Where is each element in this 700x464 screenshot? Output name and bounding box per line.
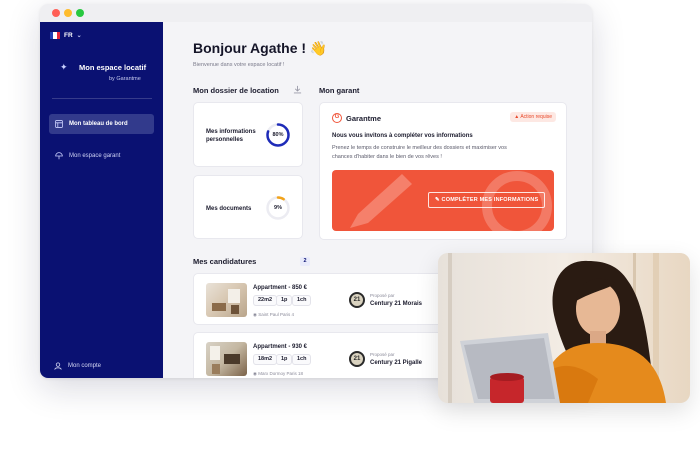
sidebar-item-dashboard[interactable]: Mon tableau de bord xyxy=(49,114,154,134)
documents-card[interactable]: Mes documents 9% xyxy=(193,175,303,239)
sidebar-item-label: Mon tableau de bord xyxy=(69,121,128,127)
card-label-line: Mes informations xyxy=(206,129,256,135)
garantme-logo-icon: G xyxy=(332,113,342,123)
apartment-photo xyxy=(206,283,247,317)
card-label: Mes documents xyxy=(206,206,252,212)
apartment-photo xyxy=(206,342,247,376)
complete-info-button[interactable]: ✎ COMPLÉTER MES INFORMATIONS xyxy=(428,192,546,208)
guarantor-name: Garantme xyxy=(346,114,382,123)
brand-title: Mon espace locatif xyxy=(79,63,147,72)
tag-rooms: 1p xyxy=(276,354,293,365)
tag-bedrooms: 1ch xyxy=(292,295,312,306)
agency-name: Century 21 Pigalle xyxy=(370,360,423,366)
complete-info-label: COMPLÉTER MES INFORMATIONS xyxy=(441,197,539,203)
agency-name: Century 21 Morais xyxy=(370,301,423,307)
agency-logo: 21 xyxy=(349,292,365,308)
cta-banner: ✎ COMPLÉTER MES INFORMATIONS xyxy=(332,170,554,231)
address-text: Saint Paul Paris 4 xyxy=(258,312,294,317)
window-titlebar xyxy=(40,4,592,22)
sidebar-item-label: Mon espace garant xyxy=(69,153,121,159)
sidebar-item-guarantor[interactable]: Mon espace garant xyxy=(49,146,154,166)
guarantor-card: G Garantme ▲ Action requise Nous vous in… xyxy=(319,102,567,240)
guarantor-description: Prenez le temps de construire le meilleu… xyxy=(332,145,507,160)
tag-surface: 22m2 xyxy=(253,295,278,306)
address-text: Marx Dormoy Paris 18 xyxy=(258,371,303,376)
proposed-by: Proposé par xyxy=(370,293,395,298)
progress-percent: 9% xyxy=(274,205,282,211)
download-icon[interactable] xyxy=(293,85,302,94)
page-title: Bonjour Agathe ! 👋 xyxy=(193,40,328,56)
card-label-line: personnelles xyxy=(206,137,244,143)
dossier-section-title: Mon dossier de location xyxy=(193,86,279,95)
progress-percent: 80% xyxy=(272,132,284,138)
application-title: Appartment - 850 € xyxy=(253,285,308,291)
personal-info-card[interactable]: Mes informations personnelles 80% xyxy=(193,102,303,167)
close-window-button[interactable] xyxy=(52,9,60,17)
tag-rooms: 1p xyxy=(276,295,293,306)
welcome-text: Bienvenue dans votre espace locatif ! xyxy=(193,62,285,68)
account-label: Mon compte xyxy=(68,363,102,369)
language-label: FR xyxy=(64,32,73,39)
proposed-by: Proposé par xyxy=(370,352,395,357)
edit-icon: ✎ xyxy=(435,197,440,203)
applications-count-badge: 2 xyxy=(300,257,310,266)
chevron-down-icon: ⌄ xyxy=(76,33,82,39)
france-flag-icon xyxy=(50,32,60,39)
guarantor-section-title: Mon garant xyxy=(319,86,360,95)
status-badge-label: Action requise xyxy=(520,114,552,120)
dashboard-icon xyxy=(55,120,63,128)
minimize-window-button[interactable] xyxy=(64,9,72,17)
sidebar: FR ⌄ ✦ Mon espace locatif by Garantme Mo… xyxy=(40,22,163,378)
maximize-window-button[interactable] xyxy=(76,9,84,17)
woman-laptop-photo xyxy=(438,253,690,403)
tag-surface: 18m2 xyxy=(253,354,278,365)
brand-subtitle: by Garantme xyxy=(109,76,141,82)
card-label: Mes informations personnelles xyxy=(206,128,256,144)
location-pin-icon: ◉ xyxy=(253,312,257,317)
language-selector[interactable]: FR ⌄ xyxy=(50,32,82,39)
account-link[interactable]: Mon compte xyxy=(54,362,101,370)
tag-bedrooms: 1ch xyxy=(292,354,312,365)
agency-logo: 21 xyxy=(349,351,365,367)
progress-ring: 80% xyxy=(265,122,291,148)
sparkle-key-icon: ✦ xyxy=(60,62,68,72)
guarantor-invite: Nous vous invitons à compléter vos infor… xyxy=(332,133,473,139)
progress-ring: 9% xyxy=(265,195,291,221)
application-address: ◉ Marx Dormoy Paris 18 xyxy=(253,371,303,377)
fire-icon: ▲ xyxy=(514,114,520,120)
applications-section-title: Mes candidatures xyxy=(193,257,257,266)
location-pin-icon: ◉ xyxy=(253,371,257,376)
application-address: ◉ Saint Paul Paris 4 xyxy=(253,312,294,318)
umbrella-icon xyxy=(55,152,63,160)
status-badge: ▲ Action requise xyxy=(510,112,556,122)
application-title: Appartment - 930 € xyxy=(253,344,308,350)
sidebar-divider xyxy=(52,98,152,99)
user-icon xyxy=(54,362,62,370)
